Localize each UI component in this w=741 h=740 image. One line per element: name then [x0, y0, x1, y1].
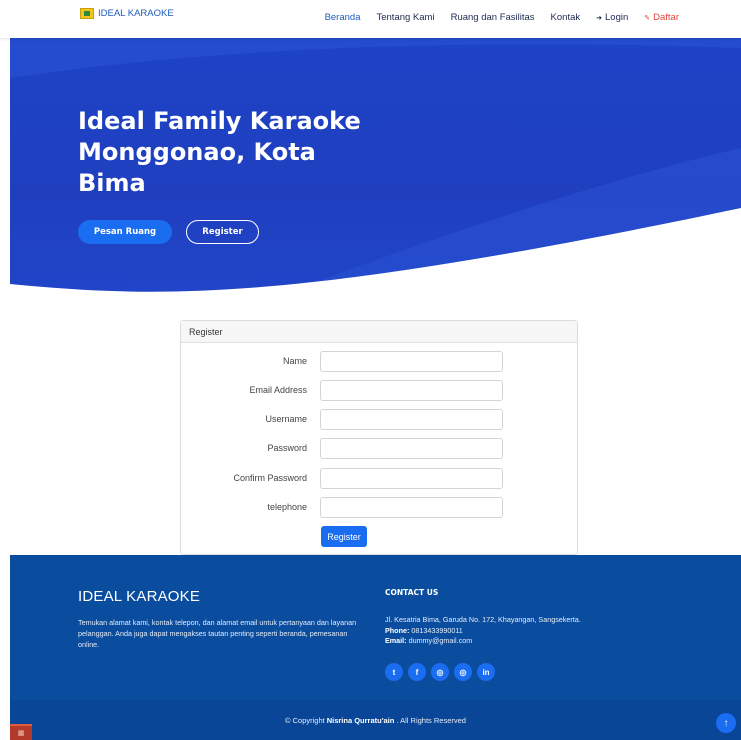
- username-row: Username: [181, 409, 577, 430]
- confirm-password-label: Confirm Password: [233, 473, 307, 483]
- footer-title: IDEAL KARAOKE: [78, 588, 201, 605]
- brand-name: IDEAL KARAOKE: [98, 8, 174, 19]
- main-nav: Beranda Tentang Kami Ruang dan Fasilitas…: [325, 12, 679, 23]
- email-row: Email Address: [181, 380, 577, 401]
- copyright-bar: © Copyright Nisrina Qurratu'ain . All Ri…: [10, 700, 741, 740]
- email-label: Email:: [385, 636, 407, 645]
- nav-login[interactable]: ➜ Login: [596, 12, 628, 23]
- nav-kontak[interactable]: Kontak: [551, 12, 581, 23]
- nav-tentang-kami[interactable]: Tentang Kami: [376, 12, 434, 23]
- footer-description: Temukan alamat kami, kontak telepon, dan…: [78, 618, 357, 649]
- name-row: Name: [181, 351, 577, 372]
- brand-link[interactable]: IDEAL KARAOKE: [80, 8, 174, 19]
- contact-phone: Phone: 0813433990011: [385, 626, 625, 637]
- nav-daftar[interactable]: ✎ Daftar: [644, 12, 679, 23]
- instagram-icon[interactable]: ◎: [431, 663, 449, 681]
- telephone-row: telephone: [181, 497, 577, 518]
- register-submit-button[interactable]: Register: [321, 526, 367, 547]
- contact-title: CONTACT US: [385, 588, 439, 597]
- confirm-password-input[interactable]: [320, 468, 503, 489]
- copyright-owner: Nisrina Qurratu'ain: [326, 715, 395, 725]
- phone-label: Phone:: [385, 625, 410, 635]
- name-input[interactable]: [320, 351, 503, 372]
- password-label: Password: [267, 443, 307, 453]
- email-input[interactable]: [320, 380, 503, 401]
- corner-badge-icon: ▦: [10, 724, 32, 740]
- top-navbar: IDEAL KARAOKE Beranda Tentang Kami Ruang…: [0, 0, 741, 38]
- back-to-top-arrow-icon[interactable]: ↑: [716, 713, 736, 733]
- contact-address: Jl. Kesatria Bima, Garuda No. 172, Khaya…: [385, 615, 581, 624]
- register-card-header: Register: [181, 321, 577, 343]
- username-input[interactable]: [320, 409, 503, 430]
- copyright-suffix: . All Rights Reserved: [396, 715, 466, 725]
- telephone-input[interactable]: [320, 497, 503, 518]
- nav-login-label: Login: [605, 12, 629, 23]
- facebook-icon[interactable]: f: [408, 663, 426, 681]
- confirm-password-row: Confirm Password: [181, 468, 577, 489]
- hero-title: Ideal Family Karaoke Monggonao, Kota Bim…: [78, 107, 361, 197]
- register-card: Register Name Email Address Username Pas…: [180, 320, 578, 555]
- phone-value: 0813433990011: [411, 625, 463, 635]
- username-label: Username: [265, 414, 307, 424]
- login-icon: ➜: [596, 14, 602, 22]
- footer: IDEAL KARAOKE Temukan alamat kami, konta…: [10, 555, 741, 700]
- hero-register-button[interactable]: Register: [186, 220, 259, 244]
- register-icon: ✎: [644, 14, 651, 22]
- social-links: t f ◎ ◎ in: [385, 663, 495, 681]
- nav-beranda[interactable]: Beranda: [325, 12, 361, 23]
- twitter-icon[interactable]: t: [385, 663, 403, 681]
- password-row: Password: [181, 438, 577, 459]
- email-label: Email Address: [249, 385, 307, 395]
- hero-section: Ideal Family Karaoke Monggonao, Kota Bim…: [10, 38, 741, 303]
- pesan-ruang-button[interactable]: Pesan Ruang: [78, 220, 172, 244]
- name-label: Name: [282, 356, 307, 366]
- password-input[interactable]: [320, 438, 503, 459]
- nav-ruang-fasilitas[interactable]: Ruang dan Fasilitas: [451, 12, 535, 23]
- karaoke-logo-icon: [80, 8, 94, 19]
- contact-details: Jl. Kesatria Bima, Garuda No. 172, Khaya…: [385, 615, 625, 647]
- contact-email: Email: dummy@gmail.com: [385, 636, 625, 647]
- email-value: dummy@gmail.com: [408, 636, 473, 645]
- telephone-label: telephone: [267, 502, 307, 512]
- copyright-prefix: © Copyright: [285, 715, 325, 725]
- nav-daftar-label: Daftar: [653, 12, 679, 23]
- instagram-icon[interactable]: ◎: [454, 663, 472, 681]
- linkedin-icon[interactable]: in: [477, 663, 495, 681]
